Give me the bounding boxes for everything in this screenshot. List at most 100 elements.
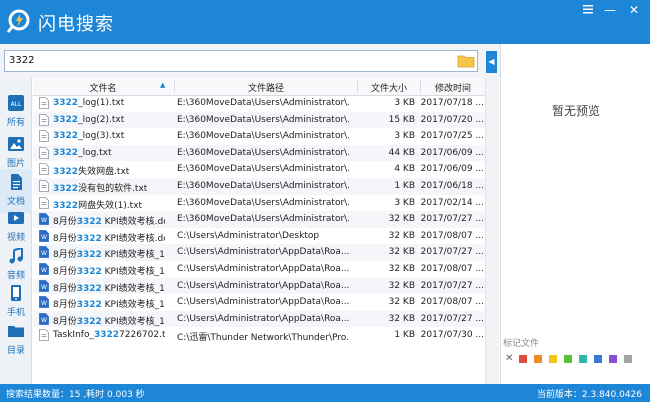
- file-name-prefix: 8月份: [53, 233, 77, 244]
- table-row[interactable]: 3322_log(1).txt E:\360MoveData\Users\Admi…: [33, 95, 485, 112]
- tag-color-swatch[interactable]: [564, 355, 572, 363]
- file-name: 8月份3322 KPI绩效考核.doc: [53, 231, 165, 244]
- file-name: 3322没有包的软件.txt: [53, 181, 165, 194]
- file-name-match: 3322: [93, 330, 120, 341]
- search-input-value: 3322: [9, 55, 35, 66]
- file-path: E:\360MoveData\Users\Administrator\...: [177, 197, 349, 208]
- sidebar-item-all[interactable]: ALL 所有: [0, 90, 32, 134]
- collapse-preview-button[interactable]: ◀: [486, 51, 497, 73]
- search-input[interactable]: 3322: [4, 50, 478, 72]
- file-path: E:\360MoveData\Users\Administrator\...: [177, 181, 349, 191]
- table-row[interactable]: W 8月份3322 KPI绩效考核_150... C:\Users\Administ…: [33, 310, 485, 328]
- file-name-suffix: _log(2).txt: [78, 114, 125, 125]
- table-row[interactable]: 3322网盘失效(1).txt E:\360MoveData\Users\Admi…: [33, 195, 485, 212]
- file-path: E:\360MoveData\Users\Administrator\...: [177, 131, 349, 142]
- menu-button[interactable]: [578, 2, 598, 18]
- clear-tag-icon[interactable]: ✕: [505, 353, 513, 364]
- file-name-suffix: KPI绩效考核_150...: [104, 300, 165, 311]
- sidebar-item-label: 手机: [6, 308, 25, 318]
- file-path: E:\360MoveData\Users\Administrator\...: [177, 114, 349, 125]
- svg-text:W: W: [41, 317, 47, 324]
- file-size: 3 KB: [394, 131, 415, 142]
- file-name-match: 3322: [53, 200, 79, 211]
- title-bar: 闪电搜索 — ✕: [0, 0, 650, 44]
- column-header-time[interactable]: 修改时间: [421, 81, 485, 94]
- audio-icon: [9, 248, 23, 264]
- table-row[interactable]: W 8月份3322 KPI绩效考核_150... C:\Users\Administ…: [33, 244, 485, 261]
- file-size: 32 KB: [388, 230, 415, 241]
- image-icon: [8, 137, 24, 151]
- file-size: 1 KB: [394, 181, 415, 191]
- column-header-name[interactable]: 文件名: [33, 81, 173, 94]
- txt-file-icon: [39, 163, 49, 176]
- file-name-match: 3322: [76, 267, 102, 277]
- file-name: 3322网盘失效(1).txt: [53, 198, 165, 211]
- table-row[interactable]: 3322_log.txt E:\360MoveData\Users\Adminis…: [33, 144, 485, 162]
- minimize-button[interactable]: —: [600, 2, 620, 18]
- table-row[interactable]: W 8月份3322 KPI绩效考核.doc E:\360MoveData\Users…: [33, 211, 485, 228]
- tag-color-swatch[interactable]: [534, 355, 542, 363]
- file-name-match: 3322: [53, 167, 79, 178]
- tag-color-swatch[interactable]: [549, 355, 557, 363]
- file-path: C:\Users\Administrator\AppData\Roa...: [177, 297, 349, 308]
- file-name: 8月份3322 KPI绩效考核_150...: [53, 297, 165, 310]
- folder-icon: [8, 326, 24, 337]
- tag-color-swatch[interactable]: [594, 355, 602, 363]
- tag-color-swatch[interactable]: [624, 355, 632, 363]
- sidebar-item-label: 视频: [6, 233, 25, 243]
- file-name: 8月份3322 KPI绩效考核_150...: [53, 264, 165, 277]
- file-size: 32 KB: [388, 247, 415, 258]
- tag-color-swatch[interactable]: [519, 355, 527, 363]
- column-header-size[interactable]: 文件大小: [358, 81, 420, 94]
- svg-text:W: W: [41, 234, 47, 241]
- column-header-path[interactable]: 文件路径: [175, 81, 357, 94]
- svg-text:W: W: [41, 300, 47, 307]
- file-name-suffix: 网盘失效(1).txt: [78, 200, 143, 211]
- sidebar-item-folders[interactable]: 目录: [0, 318, 32, 362]
- modified-time: 2017/07/30 ...: [420, 330, 484, 341]
- file-name-suffix: KPI绩效考核_150...: [104, 316, 165, 327]
- file-size: 15 KB: [388, 114, 415, 125]
- file-name-suffix: KPI绩效考核_150...: [104, 267, 165, 277]
- doc-file-icon: W: [39, 263, 49, 275]
- svg-text:W: W: [41, 284, 47, 291]
- file-name-suffix: 7226702.txt: [119, 330, 165, 341]
- status-bar: 搜索结果数量：15 ,耗时 0.003 秒 当前版本：2.3.840.0426: [0, 384, 650, 402]
- table-row[interactable]: W 8月份3322 KPI绩效考核_150... C:\Users\Administ…: [33, 294, 485, 311]
- file-size: 3 KB: [394, 98, 415, 108]
- modified-time: 2017/02/14 ...: [420, 197, 484, 208]
- table-row[interactable]: 3322_log(2).txt E:\360MoveData\Users\Admi…: [33, 111, 485, 129]
- file-path: C:\迅雷\Thunder Network\Thunder\Pro...: [177, 333, 349, 344]
- file-name-match: 3322: [76, 250, 102, 261]
- file-name-match: 3322: [53, 114, 79, 125]
- table-row[interactable]: W 8月份3322 KPI绩效考核.doc C:\Users\Administrat…: [33, 228, 485, 245]
- file-size: 32 KB: [388, 297, 415, 308]
- file-name-suffix: 失效网盘.txt: [78, 167, 130, 178]
- file-path: C:\Users\Administrator\AppData\Roa...: [177, 247, 349, 258]
- tag-color-swatch[interactable]: [579, 355, 587, 363]
- file-name: 3322_log.txt: [53, 148, 165, 158]
- modified-time: 2017/07/25 ...: [420, 131, 484, 142]
- file-name-match: 3322: [76, 316, 102, 327]
- tag-color-swatch[interactable]: [609, 355, 617, 363]
- txt-file-icon: [39, 130, 49, 143]
- vertical-scrollbar[interactable]: [485, 78, 499, 384]
- file-name: 3322_log(1).txt: [53, 98, 165, 108]
- table-row[interactable]: 3322没有包的软件.txt E:\360MoveData\Users\Admin…: [33, 178, 485, 195]
- file-name-suffix: _log(1).txt: [78, 98, 125, 108]
- file-name-match: 3322: [53, 98, 79, 108]
- table-row[interactable]: 3322_log(3).txt E:\360MoveData\Users\Admi…: [33, 128, 485, 145]
- file-size: 32 KB: [388, 214, 415, 225]
- table-row[interactable]: TaskInfo_33227226702.txt C:\迅雷\Thunder Ne…: [33, 327, 485, 344]
- table-row[interactable]: 3322失效网盘.txt E:\360MoveData\Users\Adminis…: [33, 161, 485, 178]
- svg-text:W: W: [41, 250, 47, 257]
- menu-icon: [583, 5, 593, 14]
- close-button[interactable]: ✕: [624, 2, 644, 18]
- results-table: 文件名 ▲ 文件路径 文件大小 修改时间 3322_log(1).txt E:\3…: [33, 78, 485, 384]
- file-name-suffix: _log.txt: [78, 147, 112, 158]
- table-row[interactable]: W 8月份3322 KPI绩效考核_150... C:\Users\Administ…: [33, 277, 485, 295]
- table-row[interactable]: W 8月份3322 KPI绩效考核_150... C:\Users\Administ…: [33, 261, 485, 278]
- file-size: 4 KB: [394, 164, 415, 175]
- folder-browse-icon[interactable]: [457, 53, 475, 68]
- file-name-prefix: 8月份: [53, 217, 77, 228]
